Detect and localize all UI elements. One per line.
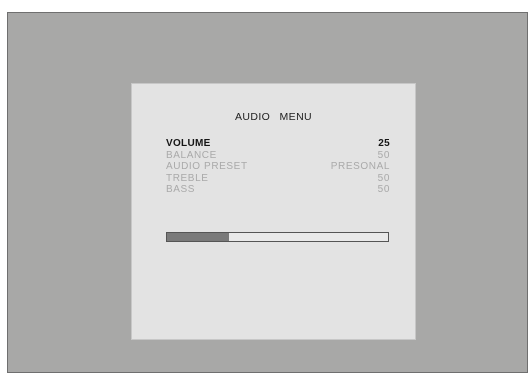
menu-item-label: BASS: [166, 184, 196, 195]
page: AUDIO MENU VOLUME 25 BALANCE 50 AUDIO PR…: [0, 0, 531, 378]
menu-item-value: 50: [377, 184, 390, 195]
menu-item-value: 50: [377, 149, 390, 161]
menu-item-label: AUDIO PRESET: [166, 161, 248, 172]
menu-item-value: PRESONAL: [330, 161, 390, 172]
menu-item-label: TREBLE: [166, 172, 209, 184]
menu-title: AUDIO MENU: [234, 111, 313, 123]
volume-level-fill: [167, 233, 229, 241]
menu-item-value: 25: [378, 138, 390, 149]
volume-level-bar[interactable]: [166, 232, 389, 242]
menu-item-label: BALANCE: [166, 149, 217, 161]
menu-item-treble[interactable]: TREBLE 50: [166, 173, 390, 185]
tv-screen: AUDIO MENU VOLUME 25 BALANCE 50 AUDIO PR…: [7, 12, 528, 373]
menu-item-label: VOLUME: [166, 138, 211, 149]
menu-item-value: 50: [377, 172, 390, 184]
menu-item-volume[interactable]: VOLUME 25: [166, 138, 390, 150]
menu-item-bass[interactable]: BASS 50: [166, 184, 390, 196]
menu-item-balance[interactable]: BALANCE 50: [166, 150, 390, 162]
menu-items: VOLUME 25 BALANCE 50 AUDIO PRESET PRESON…: [166, 138, 390, 196]
cropped-heading-fragment: [0, 0, 531, 9]
menu-item-audio-preset[interactable]: AUDIO PRESET PRESONAL: [166, 161, 390, 173]
audio-menu-panel: AUDIO MENU VOLUME 25 BALANCE 50 AUDIO PR…: [132, 84, 415, 339]
